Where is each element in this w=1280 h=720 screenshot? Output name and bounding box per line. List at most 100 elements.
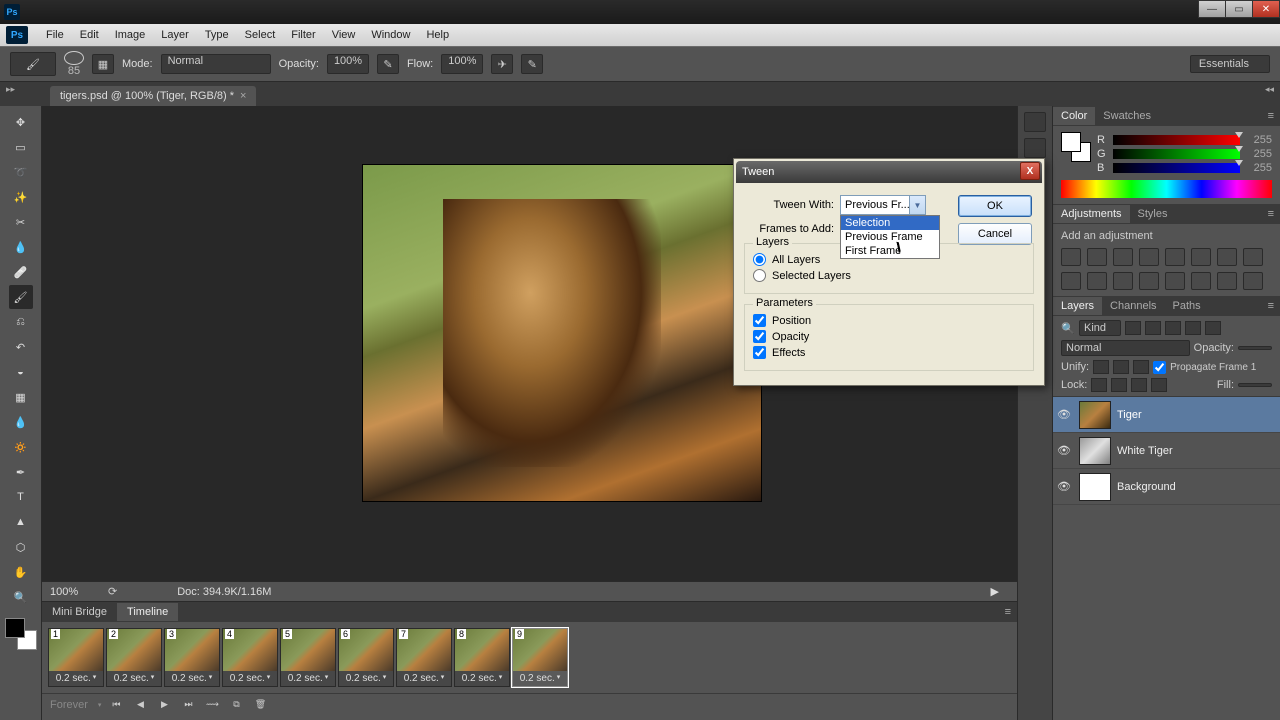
menu-type[interactable]: Type	[197, 27, 237, 43]
adj-posterize-icon[interactable]	[1165, 272, 1185, 290]
menu-image[interactable]: Image	[107, 27, 154, 43]
document-info[interactable]: Doc: 394.9K/1.16M	[177, 586, 271, 598]
eraser-tool[interactable]: ◒	[9, 360, 33, 384]
lock-position-icon[interactable]	[1131, 378, 1147, 392]
opacity-checkbox[interactable]	[753, 330, 766, 343]
opacity-field[interactable]: 100%	[327, 54, 369, 74]
dropdown-option-previous-frame[interactable]: Previous Frame	[841, 230, 939, 244]
tab-adjustments[interactable]: Adjustments	[1053, 205, 1130, 223]
layer-row[interactable]: 👁 White Tiger	[1053, 433, 1280, 469]
expand-dock-left-icon[interactable]: ▸▸	[6, 84, 15, 95]
adj-invert-icon[interactable]	[1139, 272, 1159, 290]
adj-hue-icon[interactable]	[1191, 248, 1211, 266]
layer-thumbnail[interactable]	[1079, 401, 1111, 429]
color-fgbg[interactable]	[1061, 132, 1091, 162]
workspace-switcher[interactable]: Essentials	[1190, 55, 1270, 73]
timeline-frame[interactable]: 30.2 sec.	[164, 628, 220, 687]
filter-shape-icon[interactable]	[1185, 321, 1201, 335]
unify-position-icon[interactable]	[1093, 360, 1109, 374]
blur-tool[interactable]: 💧	[9, 410, 33, 434]
timeline-frame[interactable]: 10.2 sec.	[48, 628, 104, 687]
filter-pixel-icon[interactable]	[1125, 321, 1141, 335]
propagate-frame-checkbox[interactable]	[1153, 361, 1166, 374]
menu-layer[interactable]: Layer	[153, 27, 197, 43]
close-button[interactable]: ✕	[1252, 0, 1280, 18]
timeline-frame[interactable]: 60.2 sec.	[338, 628, 394, 687]
sync-icon[interactable]: ⟳	[108, 585, 117, 598]
timeline-frame[interactable]: 70.2 sec.	[396, 628, 452, 687]
adjustments-panel-menu-icon[interactable]: ≡	[1262, 208, 1280, 220]
unify-style-icon[interactable]	[1133, 360, 1149, 374]
eyedropper-tool[interactable]: 💧	[9, 235, 33, 259]
dialog-close-button[interactable]: X	[1020, 162, 1040, 180]
menu-select[interactable]: Select	[237, 27, 284, 43]
marquee-tool[interactable]: ▭	[9, 135, 33, 159]
adj-curves-icon[interactable]	[1113, 248, 1133, 266]
airbrush-icon[interactable]: ✈	[491, 54, 513, 74]
dropdown-option-first-frame[interactable]: First Frame	[841, 244, 939, 258]
status-play-icon[interactable]: ▶	[991, 585, 999, 598]
adj-photofilter-icon[interactable]	[1061, 272, 1081, 290]
dodge-tool[interactable]: 🔅	[9, 435, 33, 459]
adj-exposure-icon[interactable]	[1139, 248, 1159, 266]
layers-panel-menu-icon[interactable]: ≡	[1262, 300, 1280, 312]
adj-colorbalance-icon[interactable]	[1217, 248, 1237, 266]
menu-file[interactable]: File	[38, 27, 72, 43]
magic-wand-tool[interactable]: ✨	[9, 185, 33, 209]
effects-checkbox[interactable]	[753, 346, 766, 359]
expand-dock-right-icon[interactable]: ◂◂	[1265, 84, 1274, 95]
color-panel-menu-icon[interactable]: ≡	[1262, 110, 1280, 122]
play-button[interactable]: ▶	[155, 697, 173, 713]
opacity-pressure-icon[interactable]: ✎	[377, 54, 399, 74]
g-slider[interactable]	[1113, 149, 1240, 159]
filter-adjust-icon[interactable]	[1145, 321, 1161, 335]
layer-thumbnail[interactable]	[1079, 473, 1111, 501]
visibility-icon[interactable]: 👁	[1057, 408, 1073, 421]
lasso-tool[interactable]: ➰	[9, 160, 33, 184]
timeline-frame[interactable]: 50.2 sec.	[280, 628, 336, 687]
visibility-icon[interactable]: 👁	[1057, 444, 1073, 457]
lock-all-icon[interactable]	[1151, 378, 1167, 392]
adj-selectivecolor-icon[interactable]	[1243, 272, 1263, 290]
b-slider[interactable]	[1113, 163, 1240, 173]
type-tool[interactable]: T	[9, 485, 33, 509]
layers-fill-field[interactable]	[1238, 383, 1272, 387]
layer-name[interactable]: Background	[1117, 481, 1176, 493]
filter-smart-icon[interactable]	[1205, 321, 1221, 335]
lock-pixels-icon[interactable]	[1111, 378, 1127, 392]
visibility-icon[interactable]: 👁	[1057, 480, 1073, 493]
tween-with-combo[interactable]: Previous Fr... ▼	[840, 195, 926, 215]
clone-stamp-tool[interactable]: ⎌	[9, 310, 33, 334]
tab-timeline[interactable]: Timeline	[117, 603, 178, 621]
move-tool[interactable]: ✥	[9, 110, 33, 134]
dock-icon-1[interactable]	[1024, 112, 1046, 132]
b-value[interactable]: 255	[1244, 162, 1272, 174]
tab-styles[interactable]: Styles	[1130, 205, 1176, 223]
unify-visibility-icon[interactable]	[1113, 360, 1129, 374]
menu-filter[interactable]: Filter	[283, 27, 323, 43]
adj-channelmixer-icon[interactable]	[1087, 272, 1107, 290]
tab-paths[interactable]: Paths	[1165, 297, 1209, 315]
document-tab[interactable]: tigers.psd @ 100% (Tiger, RGB/8) * ×	[50, 86, 256, 106]
brush-panel-toggle[interactable]: ▦	[92, 54, 114, 74]
tab-mini-bridge[interactable]: Mini Bridge	[42, 603, 117, 621]
brush-preview[interactable]	[64, 51, 84, 65]
tab-color[interactable]: Color	[1053, 107, 1095, 125]
gradient-tool[interactable]: ▦	[9, 385, 33, 409]
flow-field[interactable]: 100%	[441, 54, 483, 74]
adj-brightness-icon[interactable]	[1061, 248, 1081, 266]
adj-gradientmap-icon[interactable]	[1217, 272, 1237, 290]
pen-tool[interactable]: ✒	[9, 460, 33, 484]
dock-icon-2[interactable]	[1024, 138, 1046, 158]
dropdown-option-selection[interactable]: Selection	[841, 216, 939, 230]
timeline-frame[interactable]: 80.2 sec.	[454, 628, 510, 687]
blend-mode-select-layers[interactable]: Normal	[1061, 340, 1190, 356]
shape-tool[interactable]: ⬡	[9, 535, 33, 559]
adj-vibrance-icon[interactable]	[1165, 248, 1185, 266]
document-canvas[interactable]	[362, 164, 762, 502]
layer-row[interactable]: 👁 Background	[1053, 469, 1280, 505]
timeline-panel-menu-icon[interactable]: ≡	[999, 604, 1017, 620]
blend-mode-select[interactable]: Normal	[161, 54, 271, 74]
position-checkbox[interactable]	[753, 314, 766, 327]
layer-name[interactable]: White Tiger	[1117, 445, 1173, 457]
